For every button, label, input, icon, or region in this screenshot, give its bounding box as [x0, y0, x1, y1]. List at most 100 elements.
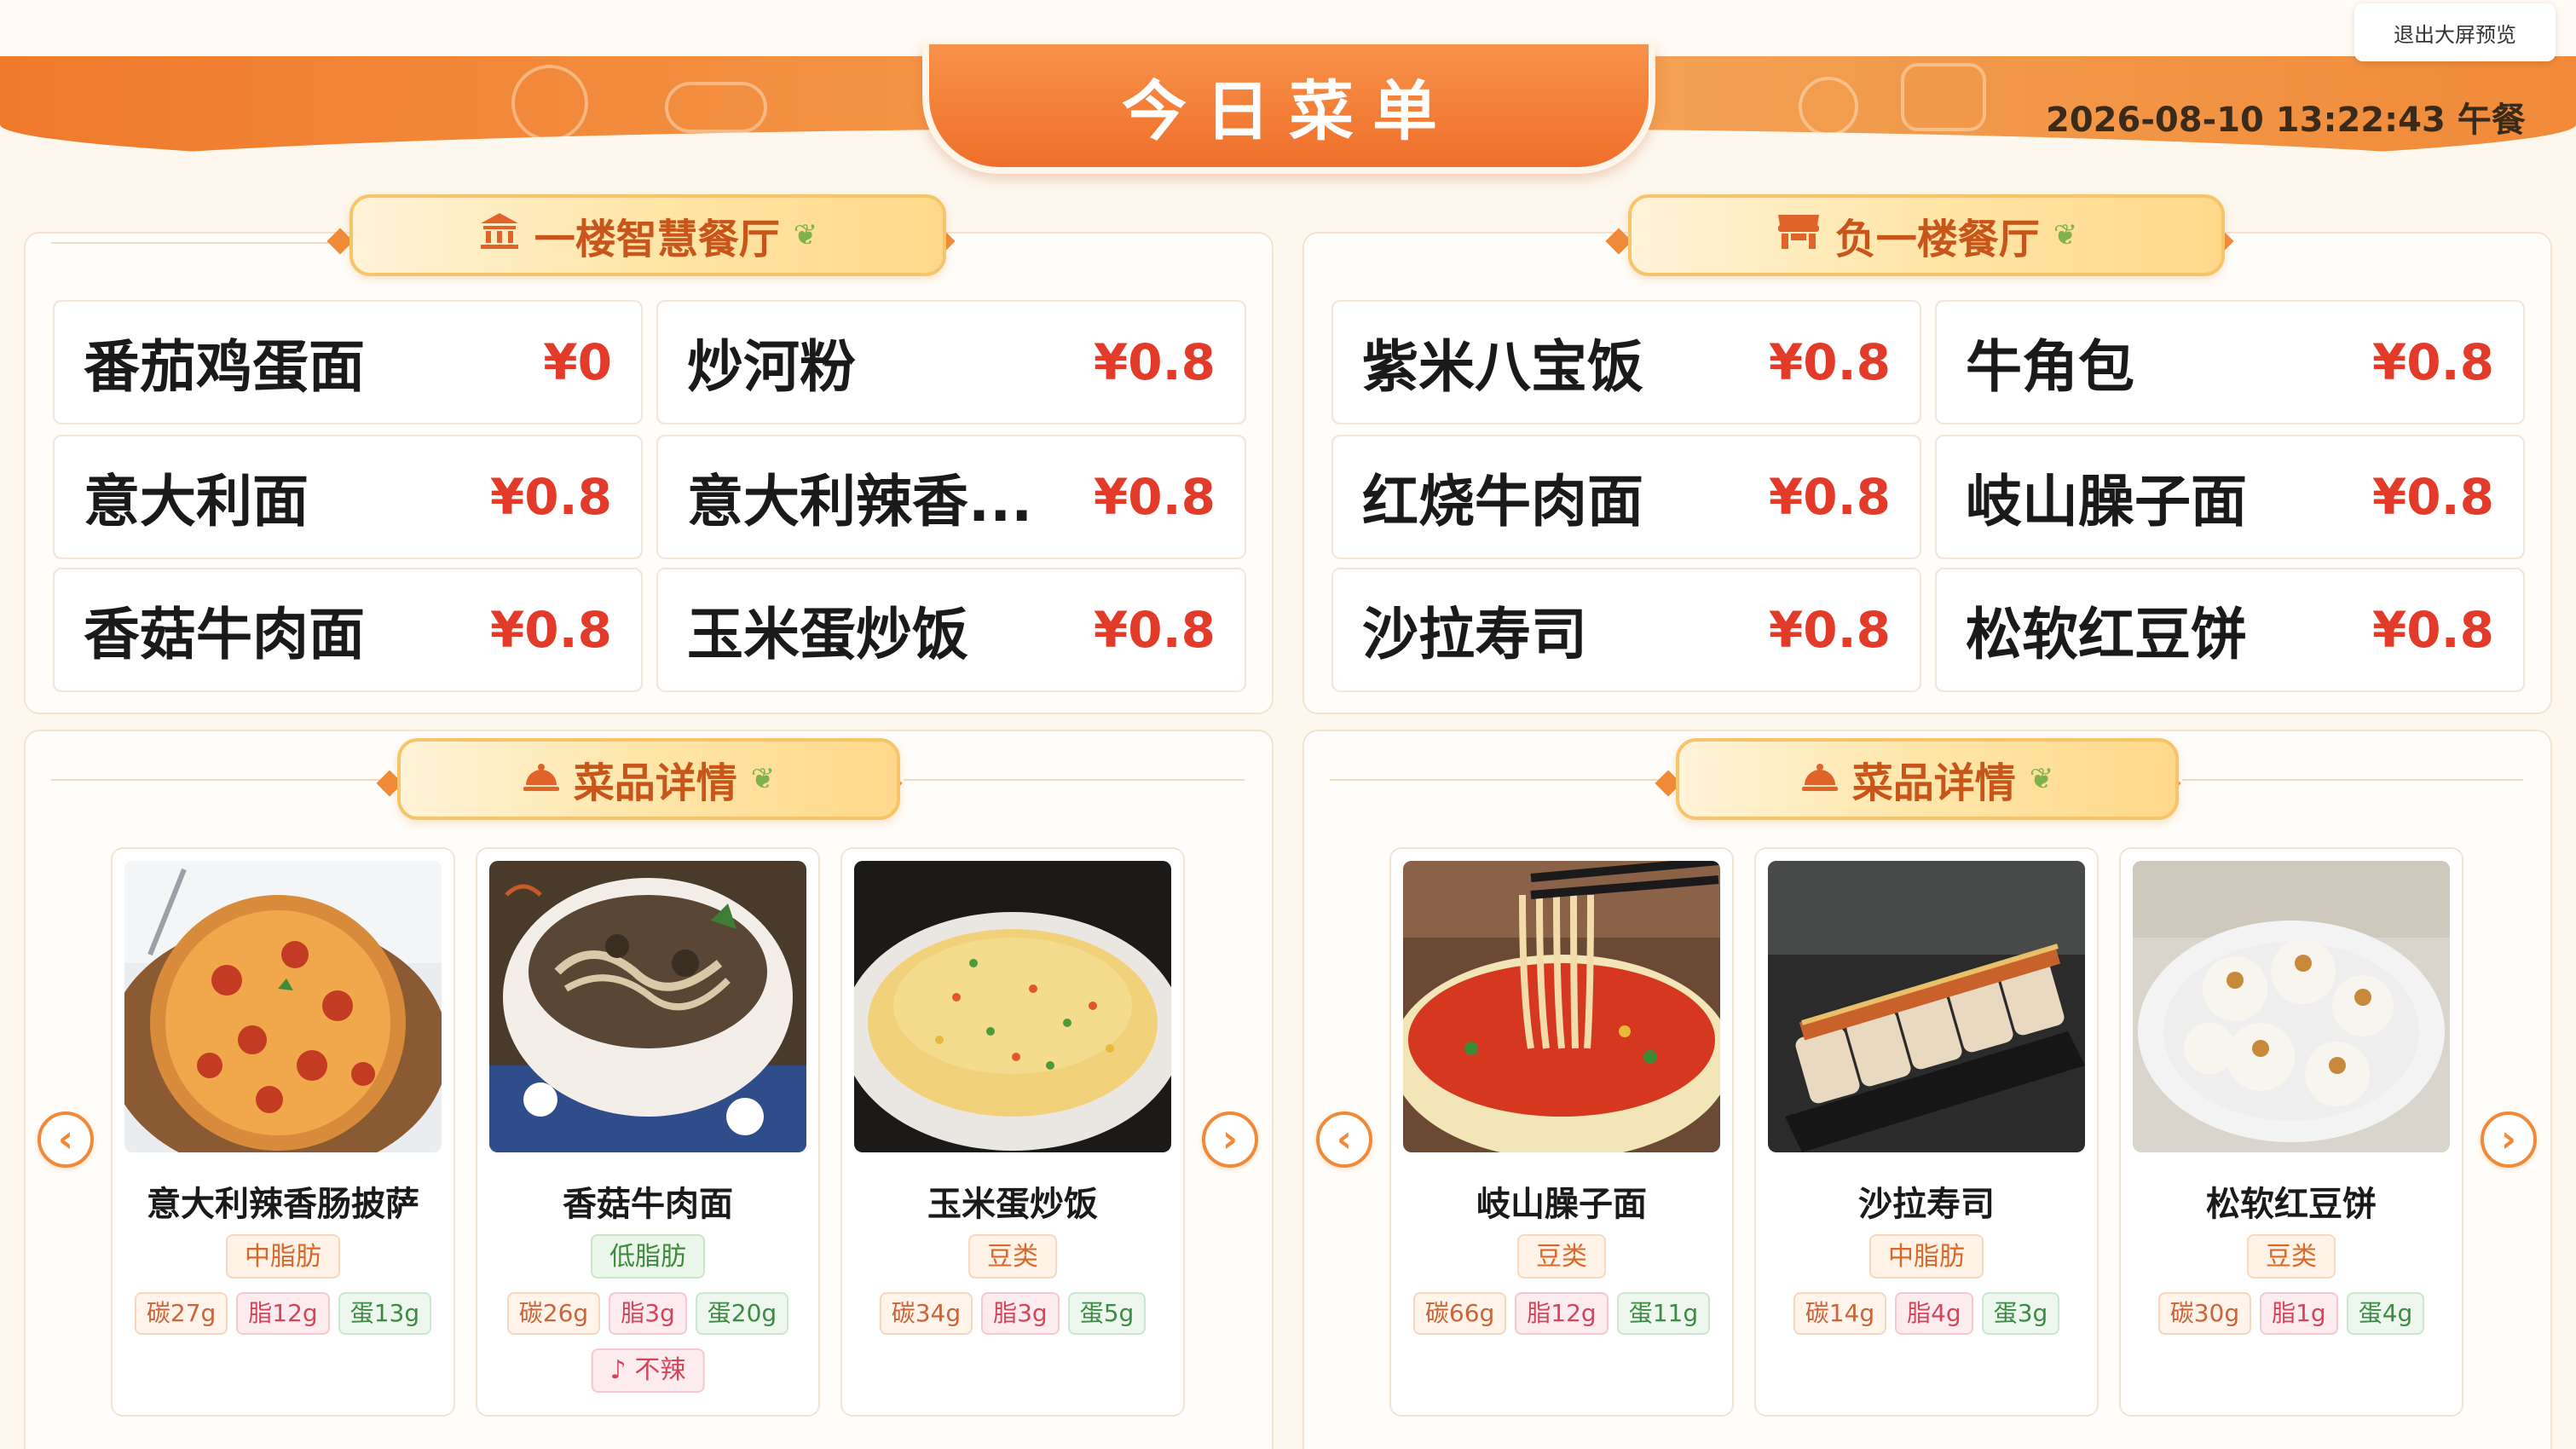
dish-price: ¥0.8 [1768, 601, 1891, 659]
carb-chip: 碳26g [506, 1292, 601, 1335]
fat-chip: 脂3g [981, 1292, 1060, 1335]
dish-name: 炒河粉 [687, 334, 856, 400]
menu-item: 玉米蛋炒饭 ¥0.8 [656, 568, 1246, 692]
menu-item: 牛角包 ¥0.8 [1935, 300, 2525, 424]
restaurant-title-pill: 一楼智慧餐厅 ❦ [349, 194, 946, 276]
dish-price: ¥0.8 [1093, 333, 1216, 391]
dish-name: 牛角包 [1966, 334, 2134, 400]
menu-item: 意大利辣香... ¥0.8 [656, 435, 1246, 559]
protein-chip: 蛋20g [695, 1292, 789, 1335]
dish-price: ¥0.8 [1768, 468, 1891, 526]
dish-photo [2133, 861, 2450, 1152]
restaurant-title-pill: 负一楼餐厅 ❦ [1628, 194, 2225, 276]
dish-card[interactable]: 松软红豆饼 豆类 碳30g 脂1g 蛋4g [2119, 847, 2463, 1417]
dish-card[interactable]: 玉米蛋炒饭 豆类 碳34g 脂3g 蛋5g [840, 847, 1185, 1417]
nutrition-row: 碳30g 脂1g 蛋4g [2121, 1292, 2462, 1335]
dish-name: 香菇牛肉面 [84, 602, 365, 667]
dish-card-name: 意大利辣香肠披萨 [147, 1185, 419, 1224]
details-title-pill: 菜品详情 ❦ [397, 738, 900, 820]
menu-item: 炒河粉 ¥0.8 [656, 300, 1246, 424]
dish-card[interactable]: 岐山臊子面 豆类 碳66g 脂12g 蛋11g [1389, 847, 1734, 1417]
fat-level-badge: 豆类 [968, 1234, 1057, 1279]
dish-name: 玉米蛋炒饭 [687, 602, 968, 667]
dish-card-name: 香菇牛肉面 [563, 1185, 733, 1224]
nutrition-row: 碳34g 脂3g 蛋5g [842, 1292, 1183, 1335]
dish-photo [124, 861, 442, 1152]
dish-price: ¥0.8 [1093, 468, 1216, 526]
menu-item: 紫米八宝饭 ¥0.8 [1331, 300, 1921, 424]
dish-photo [1403, 861, 1720, 1152]
dish-name: 松软红豆饼 [1966, 602, 2247, 667]
fat-chip: 脂12g [1515, 1292, 1609, 1335]
carb-chip: 碳30g [2157, 1292, 2252, 1335]
menu-item: 松软红豆饼 ¥0.8 [1935, 568, 2525, 692]
nutrition-row: 碳14g 脂4g 蛋3g [1756, 1292, 2097, 1335]
spice-level-label: 不辣 [634, 1355, 686, 1385]
divider [51, 779, 392, 781]
dish-card[interactable]: 香菇牛肉面 低脂肪 碳26g 脂3g 蛋20g ♪ 不辣 [476, 847, 820, 1417]
carousel-next-button[interactable]: › [2481, 1111, 2537, 1168]
divider [904, 779, 1245, 781]
exit-fullscreen-button[interactable]: 退出大屏预览 [2354, 3, 2556, 61]
fat-level-badge: 豆类 [2247, 1234, 2336, 1279]
dish-card-name: 沙拉寿司 [1858, 1185, 1995, 1224]
decoration-icon [1799, 77, 1858, 136]
carousel-prev-button[interactable]: ‹ [1316, 1111, 1372, 1168]
menu-item: 岐山臊子面 ¥0.8 [1935, 435, 2525, 559]
dish-price: ¥0.8 [2371, 468, 2494, 526]
carb-chip: 碳34g [879, 1292, 973, 1335]
dish-photo [1768, 861, 2085, 1152]
menu-item: 红烧牛肉面 ¥0.8 [1331, 435, 1921, 559]
divider [51, 242, 332, 244]
protein-chip: 蛋5g [1067, 1292, 1146, 1335]
divider [2182, 779, 2523, 781]
dish-name: 番茄鸡蛋面 [84, 334, 365, 400]
carb-chip: 碳66g [1412, 1292, 1507, 1335]
dish-card[interactable]: 沙拉寿司 中脂肪 碳14g 脂4g 蛋3g [1754, 847, 2099, 1417]
dish-card-name: 玉米蛋炒饭 [927, 1185, 1098, 1224]
decoration-icon [665, 82, 767, 133]
storefront-icon [1776, 211, 1822, 260]
protein-chip: 蛋4g [2346, 1292, 2425, 1335]
nutrition-row: 碳66g 脂12g 蛋11g [1391, 1292, 1732, 1335]
dish-price: ¥0.8 [1768, 333, 1891, 391]
spice-level-badge: ♪ 不辣 [591, 1348, 705, 1393]
dish-name: 岐山臊子面 [1966, 469, 2247, 534]
decoration-icon [511, 65, 588, 141]
dish-name: 意大利辣香... [687, 469, 1033, 534]
dish-card-name: 岐山臊子面 [1476, 1185, 1647, 1224]
fat-level-badge: 低脂肪 [591, 1234, 705, 1279]
cloche-icon [1801, 758, 1839, 801]
details-title: 菜品详情 [1851, 759, 2016, 807]
carousel-next-button[interactable]: › [1202, 1111, 1258, 1168]
dish-price: ¥0.8 [2371, 601, 2494, 659]
dish-name: 紫米八宝饭 [1362, 334, 1643, 400]
carb-chip: 碳27g [134, 1292, 228, 1335]
menu-item: 沙拉寿司 ¥0.8 [1331, 568, 1921, 692]
dish-name: 红烧牛肉面 [1362, 469, 1643, 534]
fat-chip: 脂3g [609, 1292, 687, 1335]
leaf-icon: ❦ [750, 762, 776, 796]
building-icon [478, 211, 521, 260]
carb-chip: 碳14g [1793, 1292, 1887, 1335]
fat-chip: 脂12g [236, 1292, 330, 1335]
fat-chip: 脂1g [2260, 1292, 2338, 1335]
details-title-pill: 菜品详情 ❦ [1676, 738, 2179, 820]
dish-card[interactable]: 意大利辣香肠披萨 中脂肪 碳27g 脂12g 蛋13g [111, 847, 455, 1417]
dish-name: 意大利面 [84, 469, 309, 534]
protein-chip: 蛋13g [338, 1292, 432, 1335]
divider [1330, 779, 1671, 781]
dish-price: ¥0 [543, 333, 612, 391]
dish-photo [854, 861, 1171, 1152]
protein-chip: 蛋3g [1981, 1292, 2060, 1335]
details-title: 菜品详情 [573, 759, 737, 807]
leaf-icon: ❦ [2029, 762, 2054, 796]
restaurant-name: 一楼智慧餐厅 [534, 216, 780, 263]
carousel-prev-button[interactable]: ‹ [38, 1111, 94, 1168]
dish-photo [489, 861, 806, 1152]
datetime-display: 2026-08-10 13:22:43 午餐 [2046, 101, 2526, 140]
menu-item: 香菇牛肉面 ¥0.8 [53, 568, 643, 692]
dish-name: 沙拉寿司 [1362, 602, 1587, 667]
dish-card-name: 松软红豆饼 [2206, 1185, 2377, 1224]
leaf-icon: ❦ [793, 218, 818, 252]
